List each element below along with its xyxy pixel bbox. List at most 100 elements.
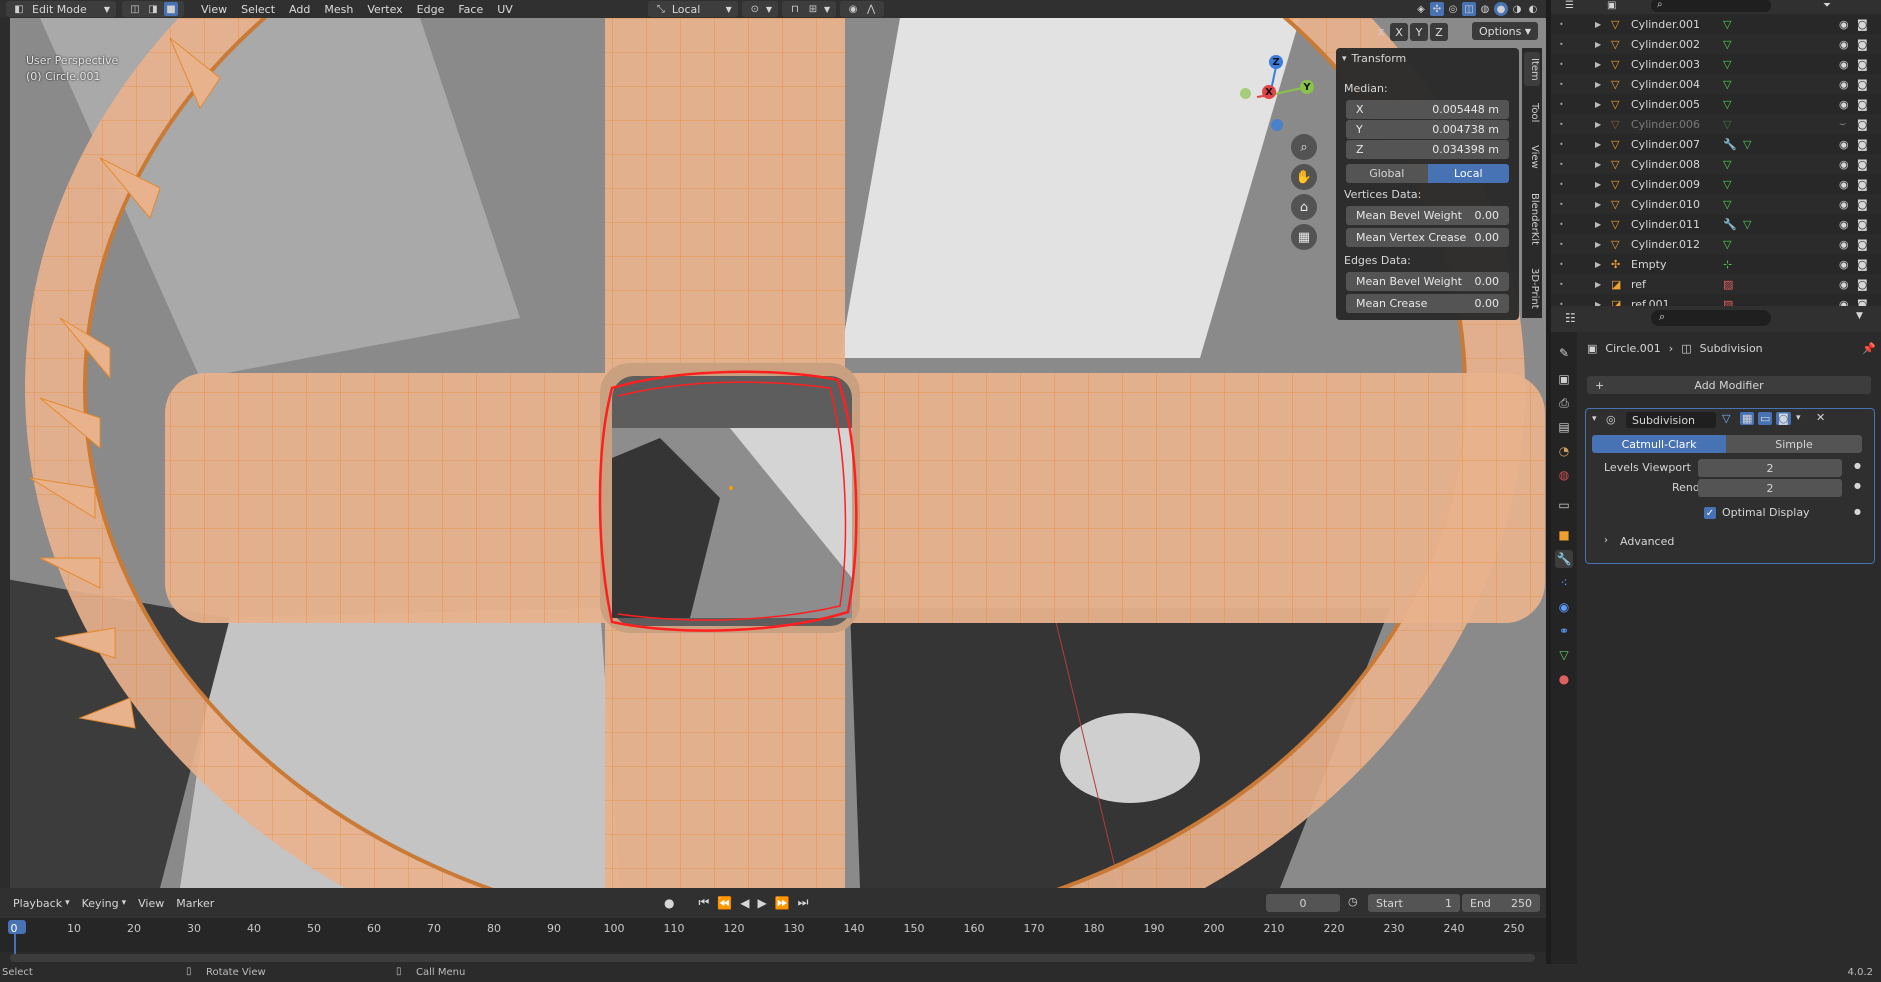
mesh-data-icon[interactable]: ▽ xyxy=(1723,158,1731,171)
expand-arrow-icon[interactable]: ▶ xyxy=(1595,260,1601,269)
camera-icon[interactable]: ◙ xyxy=(1857,178,1868,191)
tab-3d-print[interactable]: 3D-Print xyxy=(1524,260,1540,316)
wrench-icon[interactable]: 🔧 xyxy=(1723,218,1737,231)
constraints-tab-icon[interactable]: ⚭ xyxy=(1555,622,1573,640)
mesh-data-icon[interactable]: ▽ xyxy=(1723,198,1731,211)
editor-type-icon[interactable]: ☷ xyxy=(1565,311,1576,325)
median-x-field[interactable]: X 0.005448 m xyxy=(1346,100,1509,119)
expand-arrow-icon[interactable]: ▶ xyxy=(1595,100,1601,109)
median-y-field[interactable]: Y 0.004738 m xyxy=(1346,120,1509,139)
tool-tab-icon[interactable]: ✎ xyxy=(1555,344,1573,362)
expand-arrow-icon[interactable]: ▶ xyxy=(1595,180,1601,189)
mirror-z-toggle[interactable]: Z xyxy=(1430,23,1448,41)
editor-type-icon[interactable]: ☰ xyxy=(1565,0,1574,11)
overlay-icon[interactable]: ◎ xyxy=(1446,2,1460,16)
outliner-item[interactable]: • ▶ ▽ Cylinder.011 🔧 ▽ ◉ ◙ xyxy=(1551,214,1881,234)
menu-select[interactable]: Select xyxy=(234,3,282,16)
prev-keyframe-icon[interactable]: ⏪ xyxy=(717,896,732,910)
start-frame-field[interactable]: Start 1 xyxy=(1368,894,1460,912)
mesh-data-icon[interactable]: ⊹ xyxy=(1723,258,1732,271)
image-data-icon[interactable]: ▨ xyxy=(1723,278,1733,291)
eye-closed-icon[interactable]: ⌣ xyxy=(1839,117,1846,131)
outliner-item[interactable]: • ▶ ▽ Cylinder.003 ▽ ◉ ◙ xyxy=(1551,54,1881,74)
camera-icon[interactable]: ⌂ xyxy=(1291,194,1317,220)
play-icon[interactable]: ▶ xyxy=(757,896,766,910)
options-dropdown[interactable]: Options ▼ xyxy=(1472,22,1538,40)
eye-icon[interactable]: ◉ xyxy=(1839,58,1849,71)
edit-mode-toggle-icon[interactable]: ▽ xyxy=(1722,412,1730,425)
eye-icon[interactable]: ◉ xyxy=(1839,98,1849,111)
zoom-icon[interactable]: ⌕ xyxy=(1291,134,1317,160)
timeline-menu-playback[interactable]: Playback ▾ xyxy=(10,897,73,910)
render-tab-icon[interactable]: ▣ xyxy=(1555,370,1573,388)
catmull-clark-button[interactable]: Catmull-Clark xyxy=(1592,435,1726,453)
outliner-item[interactable]: • ▶ ▽ Cylinder.006 ▽ ⌣ ◙ xyxy=(1551,114,1881,134)
render-levels-field[interactable]: 2 xyxy=(1698,479,1842,497)
end-frame-field[interactable]: End 250 xyxy=(1462,894,1540,912)
expand-arrow-icon[interactable]: ▶ xyxy=(1595,80,1601,89)
mesh-data-icon[interactable]: ▽ xyxy=(1723,178,1731,191)
clock-icon[interactable]: ◷ xyxy=(1348,895,1358,908)
next-keyframe-icon[interactable]: ⏩ xyxy=(775,896,790,910)
mode-selector[interactable]: ◧ Edit Mode ▼ xyxy=(6,1,116,17)
timeline-menu-marker[interactable]: Marker xyxy=(173,897,217,910)
mesh-data-tab-icon[interactable]: ▽ xyxy=(1555,646,1573,664)
tab-view[interactable]: View xyxy=(1524,140,1540,174)
edge-bevel-weight-field[interactable]: Mean Bevel Weight 0.00 xyxy=(1346,272,1509,291)
vertex-select-icon[interactable]: ◫ xyxy=(128,2,142,16)
outliner-item[interactable]: • ▶ ◪ ref ▨ ◉ ◙ xyxy=(1551,274,1881,294)
display-mode-icon[interactable]: ▣ xyxy=(1607,0,1616,11)
keyframe-dot-icon[interactable]: ● xyxy=(1854,507,1861,516)
play-reverse-icon[interactable]: ◀ xyxy=(740,896,749,910)
mesh-data-icon[interactable]: ▽ xyxy=(1723,18,1731,31)
levels-viewport-field[interactable]: 2 xyxy=(1698,459,1842,477)
eye-icon[interactable]: ◉ xyxy=(1839,18,1849,31)
mesh-data-icon[interactable]: ▽ xyxy=(1723,98,1731,111)
chevron-down-icon[interactable]: ▼ xyxy=(1856,311,1863,321)
gizmo-z-axis[interactable]: Z xyxy=(1269,55,1283,69)
transform-orientation[interactable]: ⤡ Local ▼ xyxy=(647,1,738,17)
edge-crease-field[interactable]: Mean Crease 0.00 xyxy=(1346,294,1509,313)
expand-arrow-icon[interactable]: ▶ xyxy=(1595,120,1601,129)
visibility-icon[interactable]: ◈ xyxy=(1414,2,1428,16)
gizmo-icon[interactable]: ✣ xyxy=(1430,2,1444,16)
optimal-display-checkbox[interactable]: ✓ xyxy=(1704,507,1716,519)
rendered-shading-icon[interactable]: ◐ xyxy=(1526,2,1540,16)
mesh-data-icon[interactable]: ▽ xyxy=(1723,58,1731,71)
eye-icon[interactable]: ◉ xyxy=(1839,218,1849,231)
outliner-item[interactable]: • ▶ ▽ Cylinder.002 ▽ ◉ ◙ xyxy=(1551,34,1881,54)
expand-arrow-icon[interactable]: ▶ xyxy=(1595,60,1601,69)
camera-icon[interactable]: ◙ xyxy=(1857,158,1868,171)
proportional-edit[interactable]: ◉ ⋀ xyxy=(840,1,885,17)
outliner-item[interactable]: • ▶ ▽ Cylinder.001 ▽ ◉ ◙ xyxy=(1551,14,1881,34)
3d-viewport[interactable]: User Perspective (0) Circle.001 Z Y X ⌕ … xyxy=(0,18,1546,888)
edge-select-icon[interactable]: ◨ xyxy=(146,2,160,16)
jump-end-icon[interactable]: ⏭ xyxy=(798,895,809,910)
properties-search-input[interactable] xyxy=(1651,310,1771,326)
add-modifier-button[interactable]: + Add Modifier xyxy=(1587,376,1871,394)
chevron-right-icon[interactable]: › xyxy=(1604,535,1608,546)
outliner-item[interactable]: • ▶ ▽ Cylinder.009 ▽ ◉ ◙ xyxy=(1551,174,1881,194)
cage-toggle-icon[interactable]: ▦ xyxy=(1740,412,1755,425)
transform-panel-header[interactable]: ▾ Transform xyxy=(1342,52,1406,65)
eye-icon[interactable]: ◉ xyxy=(1839,258,1849,271)
local-button[interactable]: Local xyxy=(1427,164,1509,183)
expand-arrow-icon[interactable]: ▶ xyxy=(1595,140,1601,149)
simple-button[interactable]: Simple xyxy=(1726,435,1862,453)
eye-icon[interactable]: ◉ xyxy=(1839,38,1849,51)
timeline-ruler[interactable]: 0 10 20 30 40 50 60 70 80 90 100 110 120 130 140 150 160… xyxy=(0,918,1546,952)
outliner-item[interactable]: • ▶ ▽ Cylinder.010 ▽ ◉ ◙ xyxy=(1551,194,1881,214)
snap-toggle[interactable]: ⊓ ⊞ ▼ xyxy=(781,1,837,17)
menu-edge[interactable]: Edge xyxy=(410,3,452,16)
ortho-grid-icon[interactable]: ▦ xyxy=(1291,224,1317,250)
render-toggle-icon[interactable]: ◙ xyxy=(1776,412,1791,425)
world-tab-icon[interactable]: ◍ xyxy=(1555,466,1573,484)
menu-mesh[interactable]: Mesh xyxy=(317,3,360,16)
modifier-name-field[interactable]: Subdivision xyxy=(1626,412,1716,428)
chevron-down-icon[interactable]: ▾ xyxy=(1592,414,1597,424)
mesh-data-icon[interactable]: ▽ xyxy=(1743,138,1751,151)
face-select-icon[interactable]: ■ xyxy=(164,2,178,16)
mesh-data-icon[interactable]: ▽ xyxy=(1723,78,1731,91)
mirror-x-toggle[interactable]: X xyxy=(1390,23,1408,41)
particles-tab-icon[interactable]: ⁖ xyxy=(1555,574,1573,592)
